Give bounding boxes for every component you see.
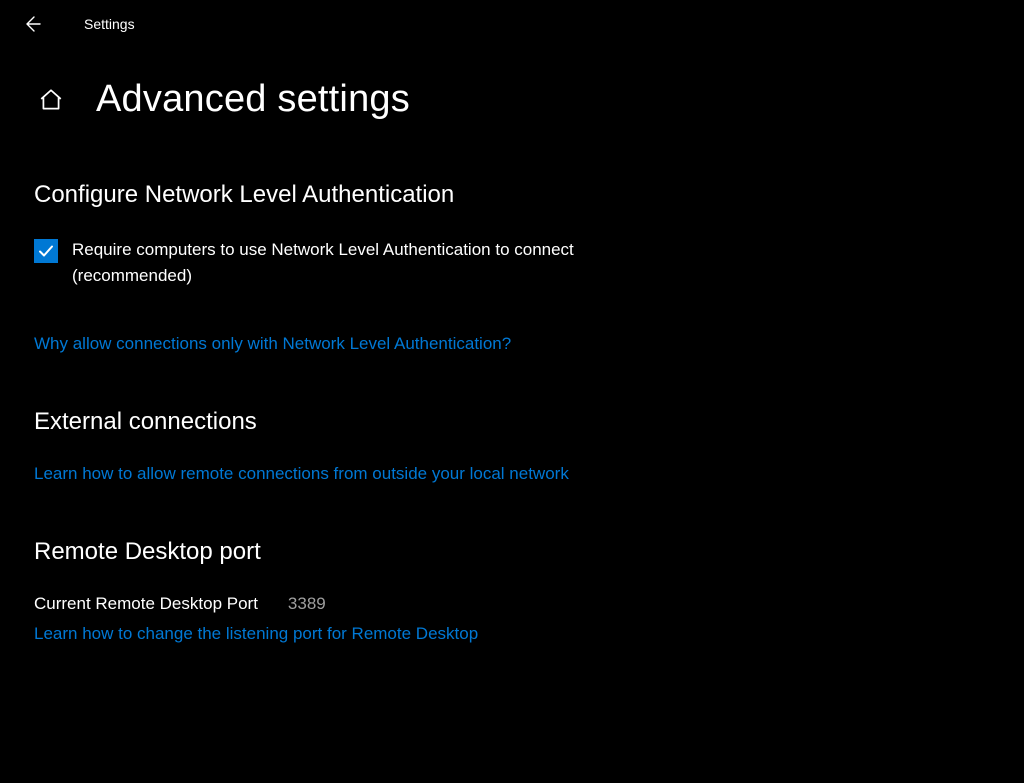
- back-arrow-icon: [22, 14, 42, 34]
- content-area: Advanced settings Configure Network Leve…: [0, 48, 1024, 644]
- external-help-link[interactable]: Learn how to allow remote connections fr…: [34, 464, 569, 484]
- home-button[interactable]: [34, 83, 68, 117]
- nla-checkbox[interactable]: [34, 239, 58, 263]
- app-title: Settings: [84, 16, 135, 32]
- external-section: External connections Learn how to allow …: [34, 408, 984, 484]
- back-button[interactable]: [22, 4, 62, 44]
- home-icon: [38, 87, 64, 113]
- port-value: 3389: [288, 594, 326, 614]
- nla-help-link[interactable]: Why allow connections only with Network …: [34, 334, 511, 354]
- nla-checkbox-label: Require computers to use Network Level A…: [72, 237, 692, 290]
- port-heading: Remote Desktop port: [34, 538, 984, 566]
- nla-checkbox-row: Require computers to use Network Level A…: [34, 237, 984, 290]
- page-header: Advanced settings: [34, 78, 984, 121]
- port-label: Current Remote Desktop Port: [34, 594, 258, 614]
- page-title: Advanced settings: [96, 78, 410, 121]
- port-help-link[interactable]: Learn how to change the listening port f…: [34, 624, 478, 644]
- port-info-row: Current Remote Desktop Port 3389: [34, 594, 984, 614]
- nla-heading: Configure Network Level Authentication: [34, 181, 984, 209]
- checkmark-icon: [37, 242, 55, 260]
- external-heading: External connections: [34, 408, 984, 436]
- titlebar: Settings: [0, 0, 1024, 48]
- port-section: Remote Desktop port Current Remote Deskt…: [34, 538, 984, 644]
- nla-section: Configure Network Level Authentication R…: [34, 181, 984, 354]
